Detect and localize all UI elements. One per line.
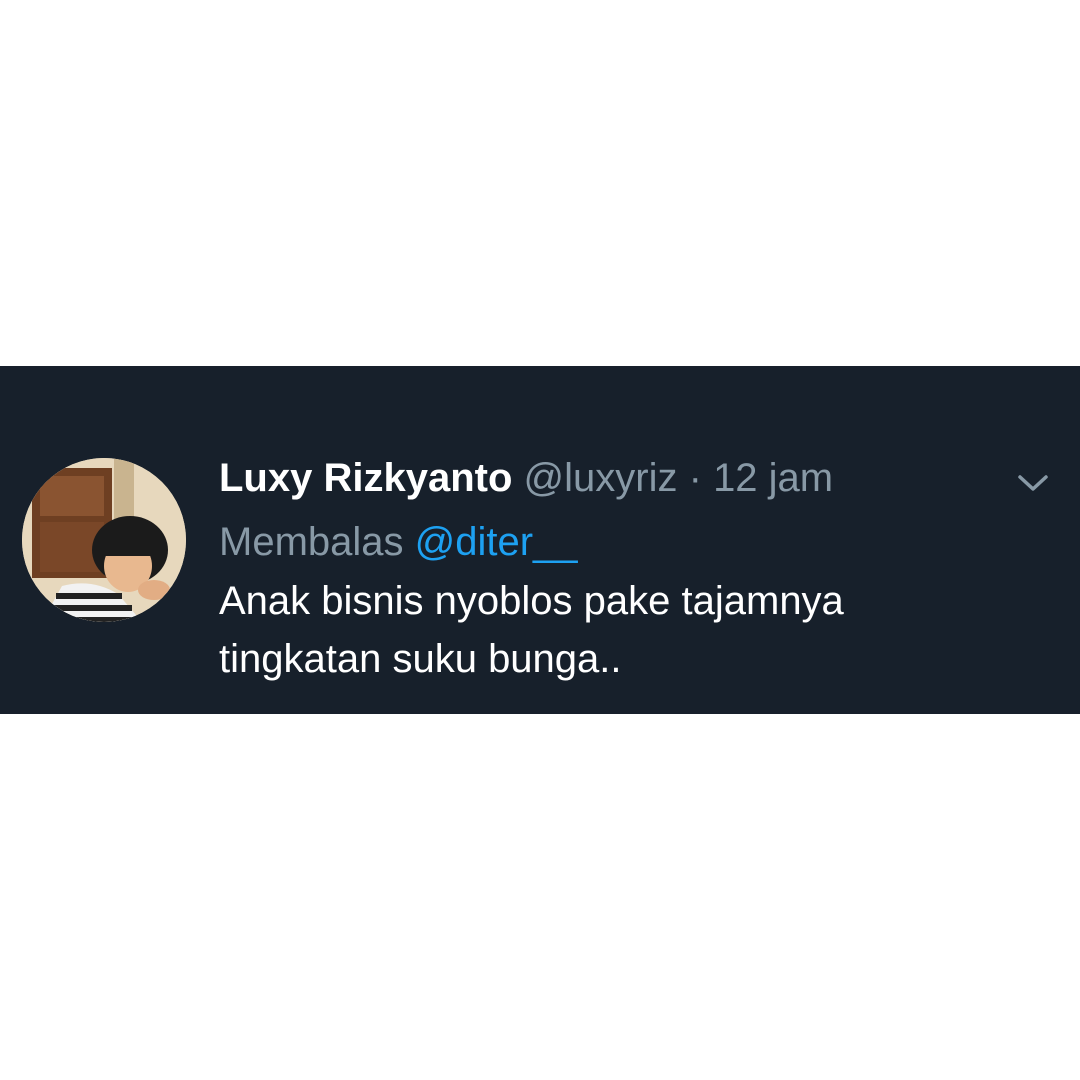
separator-dot: ·	[688, 456, 702, 500]
avatar-photo-icon	[22, 458, 186, 622]
reply-mention-link[interactable]: @diter__	[415, 520, 578, 564]
chevron-down-icon	[1018, 475, 1048, 491]
tweet-header: Luxy Rizkyanto @luxyriz · 12 jam	[219, 450, 960, 506]
avatar[interactable]	[22, 458, 186, 622]
page-canvas: Luxy Rizkyanto @luxyriz · 12 jam Membala…	[0, 0, 1080, 1080]
tweet-content: Luxy Rizkyanto @luxyriz · 12 jam Membala…	[219, 450, 960, 688]
tweet-text: Anak bisnis nyoblos pake tajamnya tingka…	[219, 579, 844, 681]
reply-context: Membalas @diter__	[219, 514, 960, 570]
display-name[interactable]: Luxy Rizkyanto	[219, 456, 512, 500]
more-options-button[interactable]	[1013, 468, 1053, 498]
user-handle[interactable]: @luxyriz	[524, 456, 678, 500]
reply-prefix: Membalas	[219, 520, 404, 564]
tweet-card[interactable]: Luxy Rizkyanto @luxyriz · 12 jam Membala…	[0, 366, 1080, 714]
tweet-timestamp[interactable]: 12 jam	[713, 456, 833, 500]
